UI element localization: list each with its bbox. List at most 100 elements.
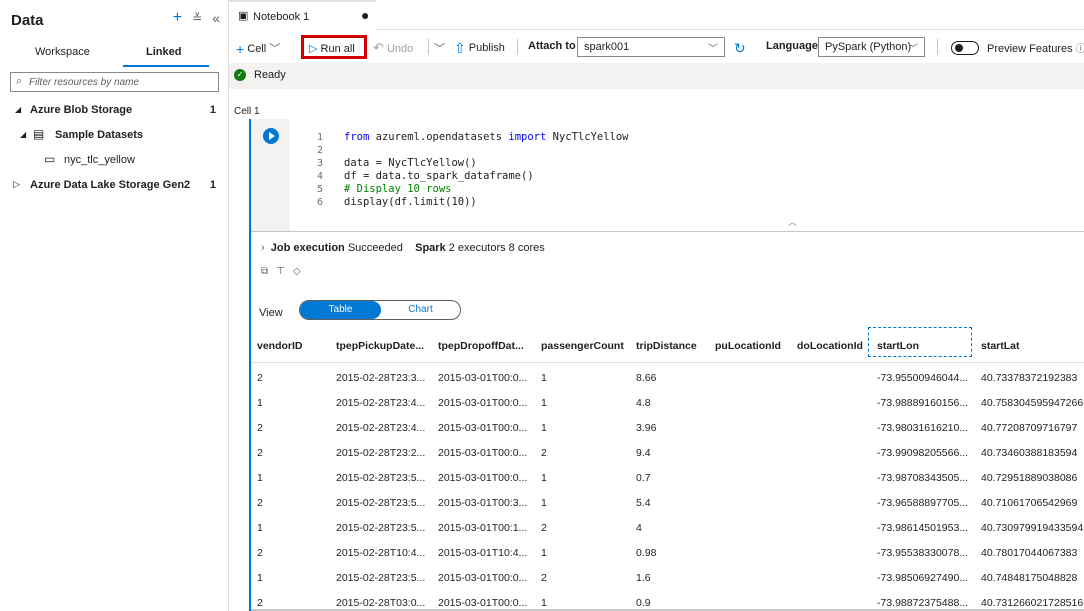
filter-icon[interactable]: ⊤	[276, 266, 285, 277]
synapse-notebook-window: Data + ≚ « Workspace Linked ⌕ Filter res…	[0, 0, 1084, 611]
data-panel: Data + ≚ « Workspace Linked ⌕ Filter res…	[0, 0, 229, 611]
add-cell-button[interactable]: + Cell ﹀	[236, 40, 280, 57]
spark-label: Spark	[415, 242, 446, 254]
table-cell: 3.96	[636, 422, 657, 434]
table-cell: 40.730979919433594	[981, 522, 1084, 534]
code-line[interactable]: from azureml.opendatasets import NycTlcY…	[344, 131, 629, 143]
table-row[interactable]: 1 2015-02-28T23:4... 2015-03-01T00:0... 1 4.…	[251, 389, 1084, 414]
column-header[interactable]: tpepDropoffDat...	[438, 340, 524, 352]
filter-placeholder: Filter resources by name	[29, 77, 140, 88]
output-actions: ⧉ ⊤ ◇	[261, 266, 301, 277]
collapse-panel-icon[interactable]: «	[212, 10, 220, 26]
plus-icon: +	[236, 41, 245, 57]
collapse-output-icon[interactable]: ︿	[788, 215, 797, 228]
table-row[interactable]: 1 2015-02-28T23:5... 2015-03-01T00:0... 2 1.…	[251, 564, 1084, 589]
run-all-button[interactable]: ▷ Run all	[301, 35, 367, 59]
job-execution-summary[interactable]: › Job execution Succeeded Spark 2 execut…	[261, 242, 545, 254]
table-cell: 2	[257, 597, 263, 609]
table-row[interactable]: 2 2015-02-28T23:2... 2015-03-01T00:0... 2 9.…	[251, 439, 1084, 464]
undo-dropdown[interactable]: ﹀	[434, 40, 445, 56]
code-token: df = data.to_spark_dataframe()	[344, 170, 534, 182]
table-row[interactable]: 1 2015-02-28T23:5... 2015-03-01T00:0... 1 0.…	[251, 464, 1084, 489]
column-header[interactable]: tripDistance	[636, 340, 697, 352]
column-header[interactable]: vendorID	[257, 340, 303, 352]
tree-item-azure-blob-storage[interactable]: ◢ Azure Blob Storage 1	[0, 100, 228, 120]
tab-linked[interactable]: Linked	[146, 46, 181, 58]
table-cell: 2015-02-28T23:5...	[336, 497, 426, 509]
code-line[interactable]: df = data.to_spark_dataframe()	[344, 170, 534, 182]
table-cell: 1	[541, 547, 547, 559]
code-line[interactable]: # Display 10 rows	[344, 183, 451, 195]
tree-item-adls-gen2[interactable]: ▷ Azure Data Lake Storage Gen2 1	[0, 175, 228, 195]
language-value: PySpark (Python)	[825, 41, 912, 53]
code-token: display(df.limit(10))	[344, 196, 477, 208]
publish-button[interactable]: ⇧ Publish	[454, 40, 505, 57]
table-cell: -73.98031616210...	[877, 422, 969, 434]
table-row[interactable]: 2 2015-02-28T03:0... 2015-03-01T00:0... 1 0.…	[251, 589, 1084, 611]
tree-item-count: 1	[209, 104, 216, 116]
column-header[interactable]: puLocationId	[715, 340, 781, 352]
preview-features-toggle[interactable]	[951, 41, 979, 55]
info-icon[interactable]: ⓘ	[1076, 44, 1084, 55]
column-header[interactable]: passengerCount	[541, 340, 624, 352]
table-row[interactable]: 2 2015-02-28T23:5... 2015-03-01T00:3... 1 5.…	[251, 489, 1084, 514]
table-cell: 40.72951889038086	[981, 472, 1078, 484]
tree-item-sample-datasets[interactable]: ◢ ▤ Sample Datasets	[0, 125, 228, 145]
table-cell: 0.98	[636, 547, 657, 559]
tree-item-nyc-tlc-yellow[interactable]: ▭ nyc_tlc_yellow	[0, 150, 228, 170]
tab-workspace[interactable]: Workspace	[35, 46, 90, 58]
table-cell: -73.98614501953...	[877, 522, 969, 534]
table-cell: 1	[257, 572, 263, 584]
code-line[interactable]: display(df.limit(10))	[344, 196, 477, 208]
toolbar-divider	[428, 39, 429, 55]
refresh-button[interactable]: ↻	[734, 40, 746, 57]
table-cell: 40.78017044067383	[981, 547, 1078, 559]
table-cell: 40.73378372192383	[981, 372, 1078, 384]
clear-icon[interactable]: ◇	[293, 266, 301, 277]
toggle-knob	[955, 44, 963, 52]
code-cell: 1 from azureml.opendatasets import NycTlc…	[249, 119, 1084, 611]
table-row[interactable]: 2 2015-02-28T23:3... 2015-03-01T00:0... 1 8.…	[251, 364, 1084, 389]
table-cell: 2	[257, 372, 263, 384]
view-table-button[interactable]: Table	[300, 301, 381, 319]
tab-active-underline	[123, 65, 209, 67]
view-chart-button[interactable]: Chart	[381, 301, 460, 319]
line-number: 3	[316, 158, 323, 169]
run-cell-icon[interactable]	[263, 128, 279, 144]
chevron-down-icon: ﹀	[908, 44, 918, 55]
table-cell: 2	[541, 522, 547, 534]
table-cell: 2	[257, 547, 263, 559]
table-cell: 1	[257, 522, 263, 534]
column-header[interactable]: tpepPickupDate...	[336, 340, 424, 352]
attach-to-value: spark001	[584, 41, 630, 53]
table-row[interactable]: 1 2015-02-28T23:5... 2015-03-01T00:1... 2 4 -…	[251, 514, 1084, 539]
column-header[interactable]: startLat	[981, 340, 1020, 352]
notebook-area: ▣ Notebook 1 ● + Cell ﹀ ▷ Run all ↶ Undo…	[229, 0, 1084, 611]
table-cell: -73.98708343505...	[877, 472, 969, 484]
column-header[interactable]: startLon	[868, 327, 972, 357]
table-cell: 2015-02-28T23:3...	[336, 372, 426, 384]
column-header[interactable]: doLocationId	[797, 340, 863, 352]
preview-features-label: Preview Features ⓘ	[987, 40, 1084, 55]
tab-notebook-1[interactable]: ▣ Notebook 1 ●	[229, 0, 376, 30]
add-cell-label: Cell	[247, 43, 267, 55]
table-cell: 1	[257, 472, 263, 484]
filter-resources-input[interactable]: ⌕ Filter resources by name	[10, 72, 219, 92]
undo-button[interactable]: ↶ Undo	[373, 40, 413, 56]
table-cell: 1.6	[636, 572, 651, 584]
collapse-all-icon[interactable]: ≚	[192, 10, 202, 26]
unsaved-dot-icon: ●	[361, 7, 370, 23]
code-line[interactable]: data = NycTlcYellow()	[344, 157, 477, 169]
chevron-down-icon: ﹀	[708, 44, 718, 55]
table-cell: 2015-02-28T23:4...	[336, 397, 426, 409]
language-select[interactable]: PySpark (Python) ﹀	[818, 37, 925, 57]
table-cell: 2015-03-01T00:0...	[438, 397, 528, 409]
undo-icon: ↶	[373, 40, 384, 55]
copy-icon[interactable]: ⧉	[261, 266, 268, 277]
plus-icon[interactable]: +	[173, 10, 182, 26]
attach-to-select[interactable]: spark001 ﹀	[577, 37, 725, 57]
table-cell: 2015-02-28T23:4...	[336, 422, 426, 434]
data-panel-actions: + ≚ «	[173, 10, 220, 27]
table-row[interactable]: 2 2015-02-28T10:4... 2015-03-01T10:4... 1 0.…	[251, 539, 1084, 564]
table-row[interactable]: 2 2015-02-28T23:4... 2015-03-01T00:0... 1 3.…	[251, 414, 1084, 439]
